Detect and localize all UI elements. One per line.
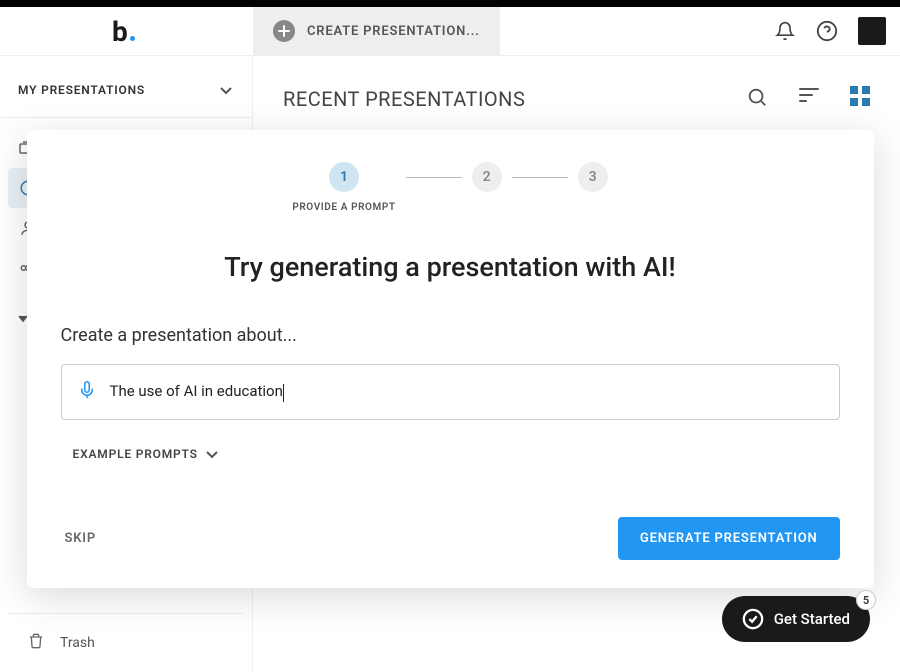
ai-generate-modal: 1 PROVIDE A PROMPT 2 3 Try generating a … <box>27 130 874 588</box>
prompt-input[interactable]: The use of AI in education <box>110 382 823 401</box>
generate-button[interactable]: GENERATE PRESENTATION <box>618 517 840 560</box>
mic-icon[interactable] <box>78 379 96 405</box>
prompt-input-container[interactable]: The use of AI in education <box>61 364 840 420</box>
example-prompts-toggle[interactable]: EXAMPLE PROMPTS <box>73 444 840 463</box>
example-prompts-label: EXAMPLE PROMPTS <box>73 447 198 461</box>
step-3: 3 <box>578 162 608 192</box>
chevron-down-icon <box>206 444 218 463</box>
modal-subtitle: Create a presentation about... <box>61 325 840 346</box>
get-started-label: Get Started <box>774 610 850 628</box>
modal-title: Try generating a presentation with AI! <box>61 251 840 283</box>
stepper: 1 PROVIDE A PROMPT 2 3 <box>61 162 840 213</box>
step-1-label: PROVIDE A PROMPT <box>292 202 395 213</box>
step-2: 2 <box>472 162 502 192</box>
modal-backdrop: 1 PROVIDE A PROMPT 2 3 Try generating a … <box>0 0 900 672</box>
get-started-button[interactable]: Get Started 5 <box>722 596 870 642</box>
step-1: 1 <box>329 162 359 192</box>
check-circle-icon <box>742 608 764 630</box>
get-started-badge: 5 <box>856 590 876 610</box>
skip-button[interactable]: SKIP <box>61 519 100 558</box>
